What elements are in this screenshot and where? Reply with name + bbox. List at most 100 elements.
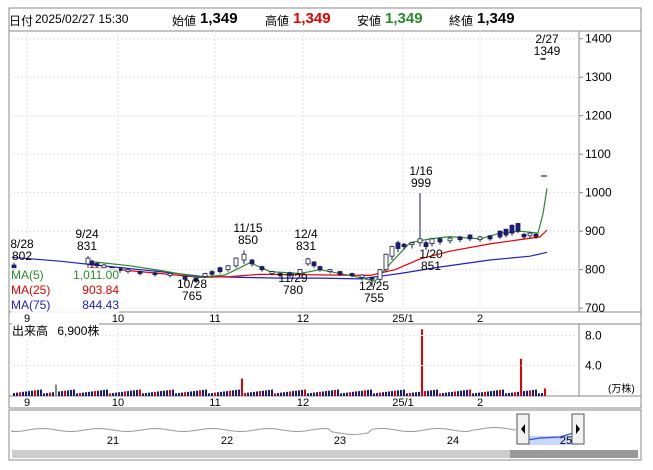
chart-canvas: 14001300120011001000900800700 9910101111… [8,7,642,461]
y-tick-label: 1300 [585,70,612,84]
volume-bar [13,392,15,396]
annotation-value: 802 [12,249,32,263]
volume-bar [76,393,78,396]
volume-bar [334,389,336,396]
candle-body [395,242,401,249]
volume-bar [355,391,357,396]
volume-bar [469,389,471,396]
volume-bar [421,329,423,396]
candle-body [269,271,275,274]
volume-bar [331,390,333,396]
volume-bar [436,389,438,396]
candle-body [241,253,247,261]
x-tick-label: 2 [477,313,483,325]
volume-bar [376,392,378,396]
volume-bar [40,389,42,396]
volume-bar [100,390,102,396]
volume-bar [148,392,150,396]
volume-bar [139,389,141,396]
candle-body [152,272,158,276]
volume-bar [523,391,525,396]
volume-bar [472,393,474,396]
navigator-label: 22 [221,435,233,447]
volume-bar [178,392,180,396]
volume-bar [55,384,57,396]
annotation-value: 780 [283,283,303,297]
volume-bar [514,392,516,396]
volume-bar [463,390,465,396]
candle-body [337,271,343,275]
volume-bar [526,390,528,396]
volume-bar [28,391,30,396]
volume-bar [160,391,162,396]
navigator-scrollbar-track[interactable] [12,450,510,458]
ma75-row: MA(75) 844.43 [11,298,119,313]
volume-bar [133,390,135,396]
y-tick-label: 900 [585,224,605,238]
volume-bar [187,391,189,396]
volume-bar [490,391,492,396]
volume-bar [34,390,36,396]
volume-bar [541,392,543,396]
candle-body [225,265,231,271]
volume-bar [349,392,351,396]
candle-body [94,263,100,267]
volume-bar [505,393,507,396]
volume-bar [91,391,93,396]
volume-bar [484,391,486,396]
ma5-value: 1,011.00 [73,268,119,282]
candle-body [417,238,423,244]
volume-bar [298,390,300,396]
annotation-value: 755 [364,291,384,305]
volume-bar [511,392,513,396]
x-tick-label: 10 [112,397,124,409]
volume-bar [112,392,114,396]
volume-title: 出来高 [12,324,49,338]
volume-bar [481,392,483,396]
volume-bar [211,392,213,396]
volume-bar [70,389,72,396]
volume-bar [193,391,195,396]
volume-bar [85,392,87,396]
candle-body [447,237,453,242]
volume-bar [418,391,420,396]
candle-body [137,271,143,274]
volume-bar [121,391,123,396]
candle-body [477,236,483,241]
volume-bar [265,390,267,396]
volume-value: 6,900株 [57,324,100,338]
volume-bar [487,391,489,396]
candle-body [349,273,355,276]
navigator-scrollbar-thumb[interactable] [510,450,638,458]
x-tick-label: 11 [209,313,220,325]
volume-bar [52,392,54,396]
volume-bar [274,393,276,396]
header-frame [8,7,642,32]
volume-bar [130,390,132,396]
x-tick-label: 12 [297,397,309,409]
volume-bar [46,392,48,396]
volume-bar [532,389,534,396]
volume-bar [181,392,183,396]
volume-unit-label: (万株) [608,382,635,395]
volume-bar [493,390,495,396]
volume-bar [352,391,354,396]
volume-bar [361,390,363,396]
volume-bar [127,391,129,396]
volume-bar [325,391,327,396]
volume-bar [409,392,411,396]
volume-bar [61,391,63,396]
x-tick-label: 11 [209,397,220,409]
volume-bar [322,391,324,396]
volume-bar [82,392,84,396]
volume-bar [205,389,207,396]
annotation-value: 999 [411,176,431,190]
volume-bar [217,392,219,396]
volume-bar [73,389,75,396]
volume-bar [508,392,510,396]
volume-bar [277,392,279,396]
volume-bar [151,392,153,396]
volume-bar [163,390,165,396]
volume-bar [268,389,270,396]
volume-bar [451,391,453,396]
